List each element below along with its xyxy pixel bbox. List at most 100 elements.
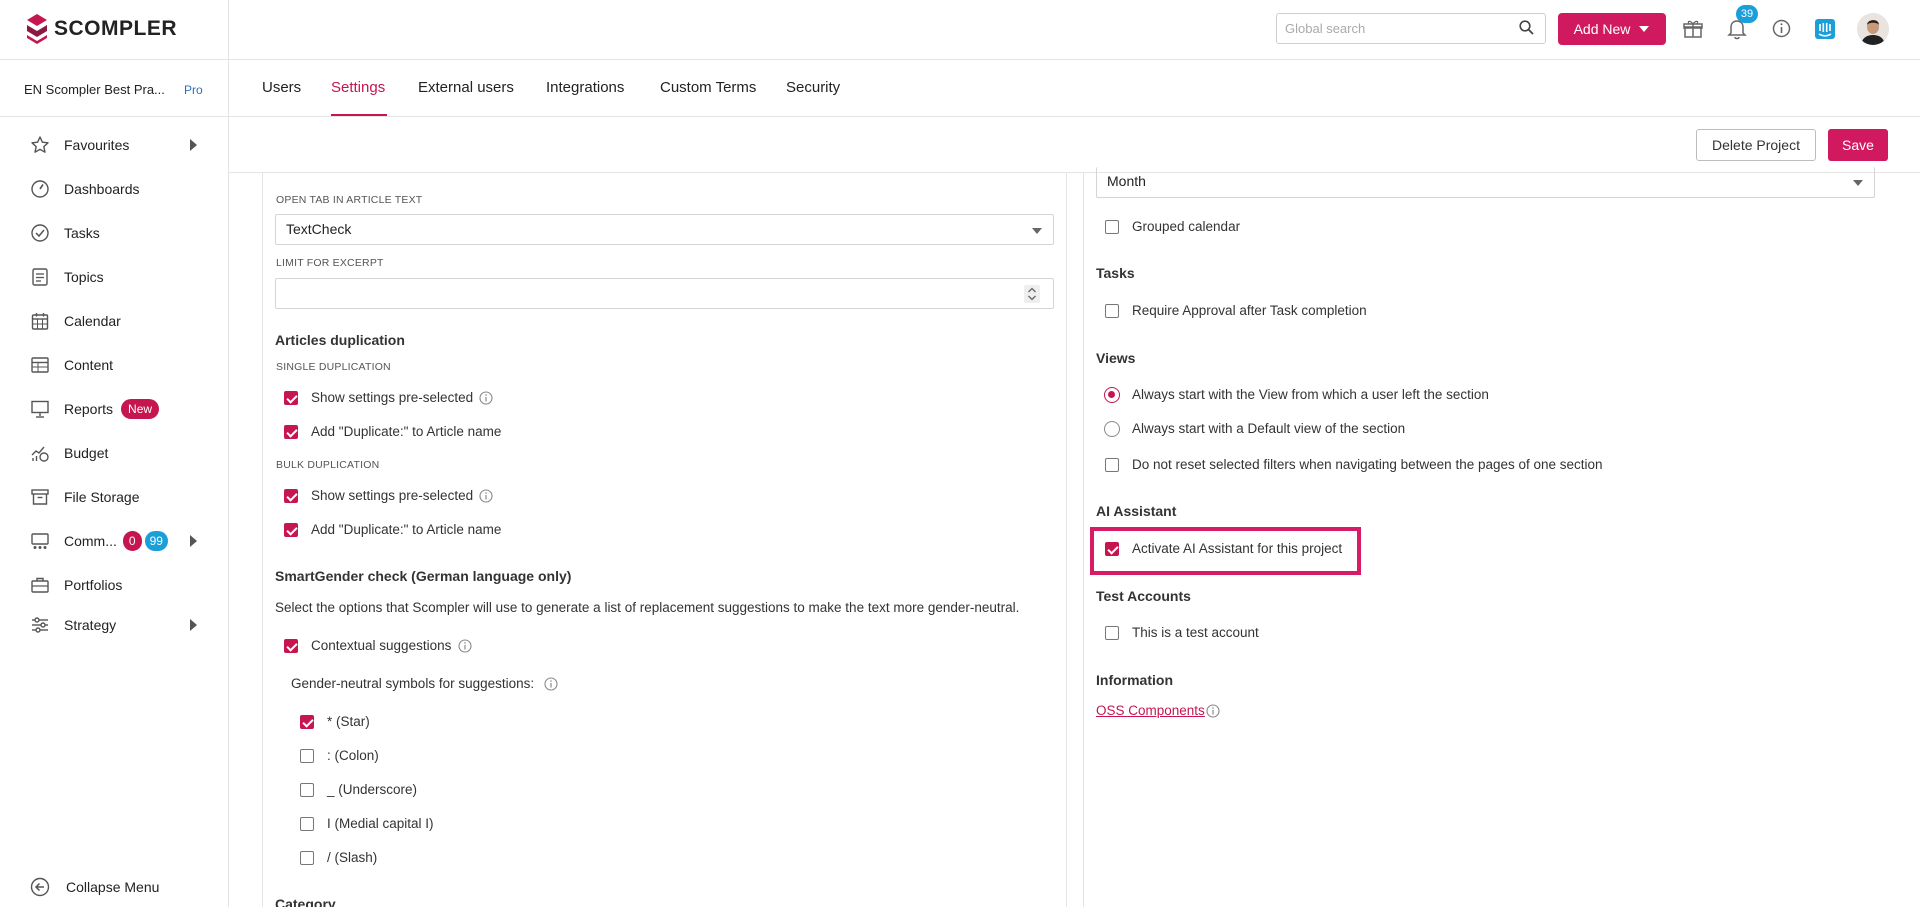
sidebar-item-topics[interactable]: Topics [30, 265, 104, 289]
global-search-input[interactable] [1276, 13, 1546, 44]
sidebar-item-favourites[interactable]: Favourites [30, 133, 129, 157]
intercom-icon[interactable] [1815, 19, 1835, 39]
bulk-add-duplicate-checkbox[interactable] [284, 523, 298, 537]
bulk-show-preselected-checkbox[interactable] [284, 489, 298, 503]
symbol-medial-i-checkbox[interactable] [300, 817, 314, 831]
single-show-preselected-label: Show settings pre-selected [311, 390, 474, 405]
symbol-slash-checkbox[interactable] [300, 851, 314, 865]
sliders-icon [32, 617, 48, 633]
sidebar-item-dashboards[interactable]: Dashboards [30, 177, 140, 201]
test-accounts-heading: Test Accounts [1096, 588, 1191, 604]
sidebar-item-label: Reports [64, 401, 114, 417]
sidebar-item-label: Content [64, 357, 114, 373]
save-button[interactable]: Save [1828, 129, 1888, 161]
information-heading: Information [1096, 672, 1173, 688]
collapse-menu-button[interactable]: Collapse Menu [30, 877, 159, 897]
search-icon[interactable] [1519, 20, 1534, 35]
project-name[interactable]: EN Scompler Best Pra... [24, 82, 165, 97]
budget-icon [31, 446, 49, 462]
logo-text: SCOMPLER [54, 17, 178, 40]
views-default-view-radio[interactable] [1104, 421, 1120, 437]
chevron-right-icon[interactable] [190, 535, 197, 547]
symbol-underscore-label: _ (Underscore) [327, 782, 418, 797]
delete-project-button[interactable]: Delete Project [1696, 129, 1816, 161]
sidebar-item-calendar[interactable]: Calendar [30, 309, 121, 333]
limit-excerpt-input[interactable] [275, 278, 1054, 309]
period-select[interactable]: Month [1096, 167, 1875, 198]
info-icon[interactable] [479, 489, 493, 503]
caret-down-icon [1032, 228, 1042, 234]
bulk-duplication-caption: BULK DUPLICATION [276, 459, 380, 471]
open-tab-value: TextCheck [286, 221, 352, 237]
collapse-menu-label: Collapse Menu [66, 879, 160, 895]
add-new-button[interactable]: Add New [1558, 13, 1666, 45]
sidebar-item-reports[interactable]: Reports New [30, 397, 160, 421]
single-show-preselected-checkbox[interactable] [284, 391, 298, 405]
sidebar-item-community[interactable]: Comm... 0 99 [30, 529, 168, 553]
symbol-underscore-checkbox[interactable] [300, 783, 314, 797]
caret-down-icon [1639, 26, 1650, 32]
action-row [229, 117, 1920, 173]
check-circle-icon [31, 224, 49, 242]
grouped-calendar-checkbox[interactable] [1105, 220, 1119, 234]
symbol-medial-i-label: I (Medial capital I) [327, 816, 434, 831]
views-default-view-label: Always start with a Default view of the … [1132, 421, 1406, 436]
symbol-slash-label: / (Slash) [327, 850, 378, 865]
tab-custom-terms[interactable]: Custom Terms [660, 79, 756, 96]
user-avatar[interactable] [1857, 13, 1889, 45]
single-duplication-caption: SINGLE DUPLICATION [276, 361, 391, 373]
require-approval-label: Require Approval after Task completion [1132, 303, 1367, 318]
gift-icon[interactable] [1683, 19, 1703, 39]
category-heading: Category [275, 896, 336, 907]
ai-assistant-checkbox[interactable] [1105, 542, 1119, 556]
open-tab-caption: OPEN TAB IN ARTICLE TEXT [276, 194, 423, 206]
sidebar-item-label: Calendar [64, 313, 121, 329]
oss-components-link[interactable]: OSS Components [1096, 703, 1205, 718]
chevron-right-icon[interactable] [190, 619, 197, 631]
tab-settings[interactable]: Settings [331, 79, 385, 96]
info-icon[interactable] [544, 677, 558, 691]
notification-badge: 39 [1736, 5, 1758, 23]
symbol-star-checkbox[interactable] [300, 715, 314, 729]
tab-users[interactable]: Users [262, 79, 301, 96]
contextual-suggestions-checkbox[interactable] [284, 639, 298, 653]
single-add-duplicate-checkbox[interactable] [284, 425, 298, 439]
sidebar-item-label: File Storage [64, 489, 140, 505]
tab-external-users[interactable]: External users [418, 79, 514, 96]
open-tab-select[interactable]: TextCheck [275, 214, 1054, 245]
smartgender-heading: SmartGender check (German language only) [275, 568, 572, 584]
require-approval-checkbox[interactable] [1105, 304, 1119, 318]
sidebar-item-portfolios[interactable]: Portfolios [30, 573, 122, 597]
test-account-checkbox[interactable] [1105, 626, 1119, 640]
info-icon[interactable] [1772, 19, 1791, 38]
bulk-show-preselected-label: Show settings pre-selected [311, 488, 474, 503]
sidebar-item-strategy[interactable]: Strategy [30, 613, 116, 637]
community-icon [31, 533, 49, 549]
symbol-colon-label: : (Colon) [327, 748, 379, 763]
sidebar-item-content[interactable]: Content [30, 353, 113, 377]
count-badge-red: 0 [122, 531, 142, 551]
sidebar-item-label: Dashboards [64, 181, 140, 197]
logo[interactable]: SCOMPLER [26, 13, 177, 45]
avatar-image-icon [1857, 13, 1889, 45]
number-spinner-icon[interactable] [1024, 285, 1040, 303]
collapse-left-icon [30, 877, 50, 897]
tab-integrations[interactable]: Integrations [546, 79, 624, 96]
sidebar-item-budget[interactable]: Budget [30, 441, 108, 465]
sidebar-item-label: Portfolios [64, 577, 123, 593]
keep-filters-checkbox[interactable] [1105, 458, 1119, 472]
tab-security[interactable]: Security [786, 79, 840, 96]
sidebar-item-tasks[interactable]: Tasks [30, 221, 100, 245]
grouped-calendar-label: Grouped calendar [1132, 219, 1241, 234]
ai-assistant-heading: AI Assistant [1096, 503, 1177, 519]
test-account-label: This is a test account [1132, 625, 1259, 640]
info-icon[interactable] [1206, 704, 1220, 718]
views-last-view-radio[interactable] [1104, 387, 1120, 403]
symbol-colon-checkbox[interactable] [300, 749, 314, 763]
sidebar-item-file-storage[interactable]: File Storage [30, 485, 139, 509]
symbol-star-label: * (Star) [327, 714, 370, 729]
info-icon[interactable] [479, 391, 493, 405]
contextual-suggestions-label: Contextual suggestions [311, 638, 452, 653]
info-icon[interactable] [458, 639, 472, 653]
chevron-right-icon[interactable] [190, 139, 197, 151]
